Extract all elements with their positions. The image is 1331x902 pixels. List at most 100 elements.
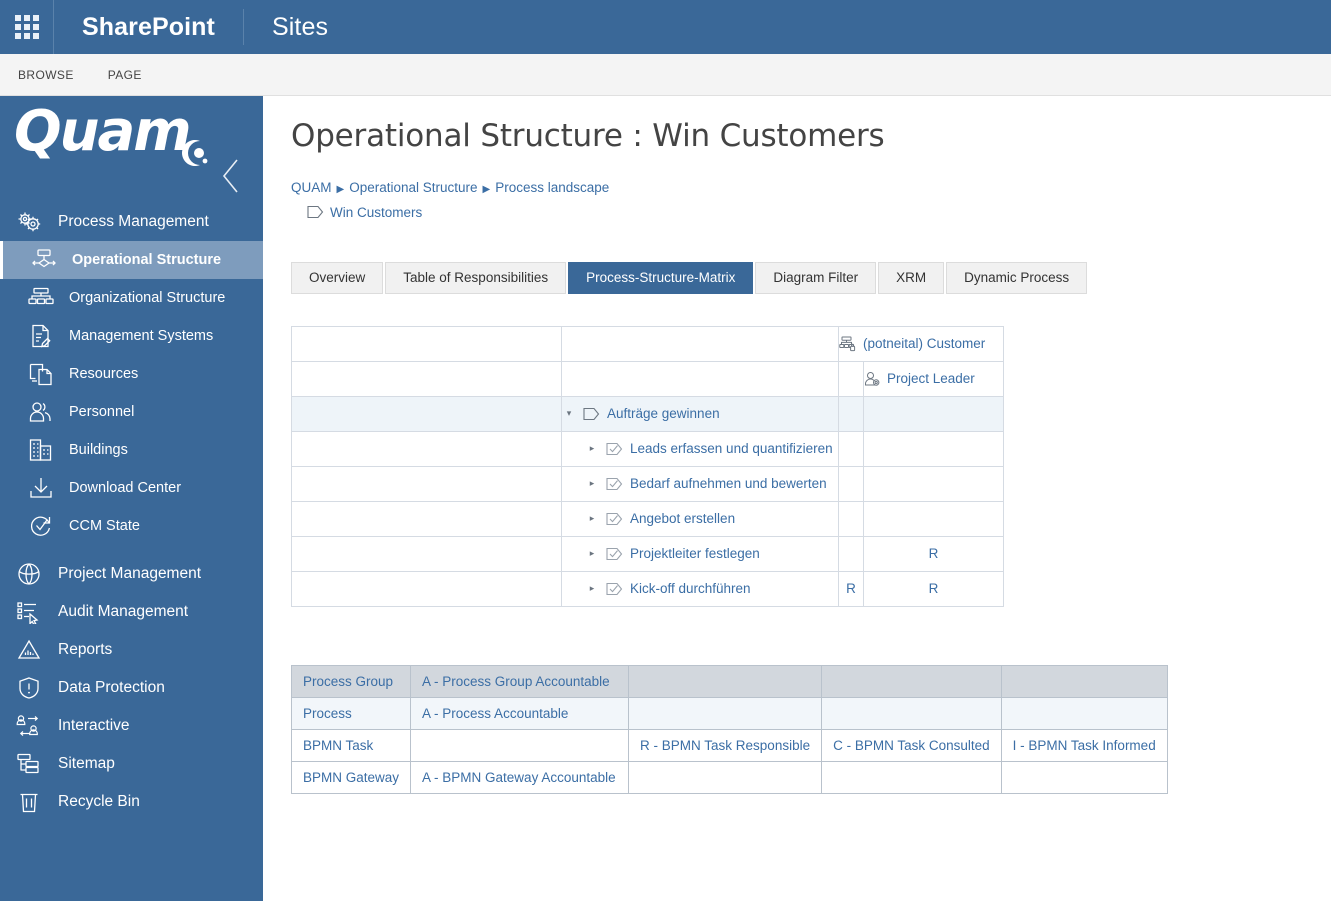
matrix-row-label: Aufträge gewinnen xyxy=(607,406,720,422)
resources-icon xyxy=(27,361,55,387)
matrix-corner-spacer xyxy=(291,360,562,397)
tab-table-of-responsibilities[interactable]: Table of Responsibilities xyxy=(385,261,567,294)
legend-consulted xyxy=(821,760,1002,794)
sidebar-item-recycle-bin[interactable]: Recycle Bin xyxy=(0,783,263,821)
sidebar-item-buildings[interactable]: Buildings xyxy=(0,431,263,469)
matrix-row-spacer xyxy=(291,570,562,607)
matrix-cell-role[interactable] xyxy=(863,465,1004,502)
matrix-row[interactable]: ▾ Aufträge gewinnen xyxy=(291,395,1004,432)
sidebar-logo[interactable]: Quam xyxy=(0,96,263,203)
expand-collapse-icon[interactable]: ▸ xyxy=(585,443,599,454)
sidebar-item-ccm-state[interactable]: CCM State xyxy=(0,507,263,545)
legend-row-bpmn-task: BPMN Task R - BPMN Task Responsible C - … xyxy=(290,728,1168,762)
matrix-col-header-role[interactable]: Project Leader xyxy=(863,360,1004,397)
ribbon-tab-page[interactable]: PAGE xyxy=(106,64,144,86)
matrix-cell-role[interactable]: R xyxy=(863,570,1004,607)
matrix-cell-role[interactable] xyxy=(863,395,1004,432)
matrix-col-header-role-label: Project Leader xyxy=(887,371,975,387)
bpmn-task-icon xyxy=(606,512,623,526)
legend-type-label: BPMN Gateway xyxy=(290,760,412,794)
matrix-cell-org[interactable] xyxy=(838,395,864,432)
gears-icon xyxy=(14,209,44,235)
sidebar-item-sitemap[interactable]: Sitemap xyxy=(0,745,263,783)
matrix-cell-org[interactable] xyxy=(838,500,864,537)
matrix-cell-org[interactable] xyxy=(838,535,864,572)
matrix-row-label: Kick-off durchführen xyxy=(630,581,751,597)
matrix-row-spacer xyxy=(291,500,562,537)
matrix-row[interactable]: ▸ Angebot erstellen xyxy=(291,500,1004,537)
suite-bar: SharePoint Sites xyxy=(0,0,1331,54)
sharepoint-brand-link[interactable]: SharePoint xyxy=(54,0,243,54)
matrix-row[interactable]: ▸ Bedarf aufnehmen und bewerten xyxy=(291,465,1004,502)
matrix-cell-org[interactable] xyxy=(838,465,864,502)
matrix-row-spacer xyxy=(291,430,562,467)
sidebar-item-audit-management[interactable]: Audit Management xyxy=(0,593,263,631)
matrix-cell-role[interactable] xyxy=(863,430,1004,467)
matrix-row-spacer xyxy=(291,465,562,502)
sidebar-item-label: Organizational Structure xyxy=(69,290,226,306)
matrix-cell-org[interactable]: R xyxy=(838,570,864,607)
app-launcher-button[interactable] xyxy=(0,0,54,54)
matrix-col-header-org-unit[interactable]: (potneital) Customer xyxy=(838,325,1004,362)
matrix-row-spacer xyxy=(291,395,562,432)
report-chart-icon xyxy=(14,637,44,663)
breadcrumb-separator-icon: ▶ xyxy=(336,184,345,195)
tab-dynamic-process[interactable]: Dynamic Process xyxy=(946,261,1088,294)
matrix-row[interactable]: ▸ Projektleiter festlegen R xyxy=(291,535,1004,572)
sidebar-item-management-systems[interactable]: Management Systems xyxy=(0,317,263,355)
tab-overview[interactable]: Overview xyxy=(291,261,384,294)
matrix-row[interactable]: ▸ Leads erfassen und quantifizieren xyxy=(291,430,1004,467)
sidebar-item-resources[interactable]: Resources xyxy=(0,355,263,393)
expand-collapse-icon[interactable]: ▾ xyxy=(562,408,576,419)
role-person-icon xyxy=(864,371,880,387)
legend-row-process-group: Process Group A - Process Group Accounta… xyxy=(290,664,1168,698)
tab-xrm[interactable]: XRM xyxy=(878,261,945,294)
matrix-row-label-cell[interactable]: ▾ Aufträge gewinnen xyxy=(561,395,839,432)
process-pentagon-icon xyxy=(583,407,600,421)
breadcrumb-current[interactable]: Win Customers xyxy=(307,205,1331,220)
sites-link[interactable]: Sites xyxy=(244,0,356,54)
matrix-row[interactable]: ▸ Kick-off durchführen R R xyxy=(291,570,1004,607)
tab-process-structure-matrix[interactable]: Process-Structure-Matrix xyxy=(568,261,754,294)
sidebar-item-organizational-structure[interactable]: Organizational Structure xyxy=(0,279,263,317)
ribbon-tab-browse[interactable]: BROWSE xyxy=(16,64,76,86)
sidebar-item-reports[interactable]: Reports xyxy=(0,631,263,669)
matrix-cell-org[interactable] xyxy=(838,430,864,467)
legend-accountable: A - Process Group Accountable xyxy=(410,664,630,698)
matrix-row-label-cell[interactable]: ▸ Bedarf aufnehmen und bewerten xyxy=(561,465,839,502)
sidebar-item-data-protection[interactable]: Data Protection xyxy=(0,669,263,707)
matrix-cell-role[interactable] xyxy=(863,500,1004,537)
expand-collapse-icon[interactable]: ▸ xyxy=(585,583,599,594)
process-pentagon-icon xyxy=(307,205,324,219)
sidebar-item-label: Project Management xyxy=(58,565,202,582)
sidebar-item-download-center[interactable]: Download Center xyxy=(0,469,263,507)
matrix-row-label-cell[interactable]: ▸ Projektleiter festlegen xyxy=(561,535,839,572)
org-unit-icon xyxy=(839,336,856,352)
matrix-row-label-cell[interactable]: ▸ Angebot erstellen xyxy=(561,500,839,537)
shield-alert-icon xyxy=(14,675,44,701)
sidebar-item-label: Process Management xyxy=(58,213,209,230)
legend-responsible: R - BPMN Task Responsible xyxy=(628,728,823,762)
matrix-col-header-org-label: (potneital) Customer xyxy=(863,336,986,352)
sidebar-collapse-button[interactable] xyxy=(219,156,245,196)
sidebar-item-personnel[interactable]: Personnel xyxy=(0,393,263,431)
expand-collapse-icon[interactable]: ▸ xyxy=(585,513,599,524)
breadcrumb-current-label: Win Customers xyxy=(330,204,423,220)
expand-collapse-icon[interactable]: ▸ xyxy=(585,478,599,489)
sidebar-item-label: CCM State xyxy=(69,518,140,534)
sidebar-item-project-management[interactable]: Project Management xyxy=(0,555,263,593)
sidebar-item-process-management[interactable]: Process Management xyxy=(0,203,263,241)
tab-diagram-filter[interactable]: Diagram Filter xyxy=(755,261,877,294)
expand-collapse-icon[interactable]: ▸ xyxy=(585,548,599,559)
sidebar-item-operational-structure[interactable]: Operational Structure xyxy=(0,241,263,279)
breadcrumb-item-process-landscape[interactable]: Process landscape xyxy=(495,180,609,195)
legend-responsible xyxy=(628,664,823,698)
sidebar-item-interactive[interactable]: Interactive xyxy=(0,707,263,745)
breadcrumb-item-operational-structure[interactable]: Operational Structure xyxy=(349,180,477,195)
matrix-row-label-cell[interactable]: ▸ Leads erfassen und quantifizieren xyxy=(561,430,839,467)
matrix-row-label-cell[interactable]: ▸ Kick-off durchführen xyxy=(561,570,839,607)
ribbon-bar: BROWSE PAGE xyxy=(0,54,1331,96)
matrix-cell-role[interactable]: R xyxy=(863,535,1004,572)
breadcrumb-item-quam[interactable]: QUAM xyxy=(291,180,332,195)
